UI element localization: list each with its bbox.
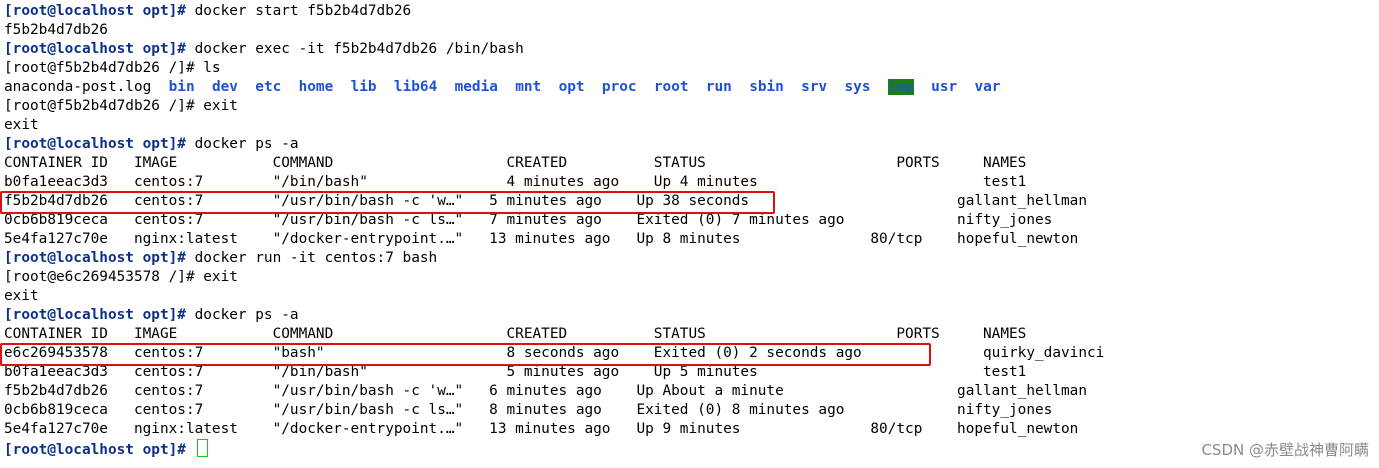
watermark: CSDN @赤壁战神曹阿瞒 <box>1201 441 1369 459</box>
ls-directory: lib <box>350 79 377 95</box>
terminal-line: CONTAINER ID IMAGE COMMAND CREATED STATU… <box>4 154 1104 173</box>
terminal-line: exit <box>4 287 1104 306</box>
shell-prompt: [root@localhost opt]# <box>4 307 186 323</box>
output-text: 5e4fa127c70e nginx:latest "/docker-entry… <box>4 421 1079 437</box>
command-text: docker exec -it f5b2b4d7db26 /bin/bash <box>185 41 524 57</box>
terminal-line: [root@localhost opt]# docker start f5b2b… <box>4 2 1104 21</box>
command-text: docker run -it centos:7 bash <box>185 250 438 266</box>
command-text: docker ps -a <box>185 136 299 152</box>
output-text: b0fa1eeac3d3 centos:7 "/bin/bash" 5 minu… <box>4 364 1027 380</box>
output-text: [root@f5b2b4d7db26 /]# ls <box>4 60 221 76</box>
ls-directory: home <box>298 79 334 95</box>
command-text: docker ps -a <box>185 307 299 323</box>
ls-directory: srv <box>801 79 828 95</box>
terminal-output[interactable]: [root@localhost opt]# docker start f5b2b… <box>4 2 1104 458</box>
shell-prompt: [root@localhost opt]# <box>4 250 186 266</box>
terminal-line: [root@e6c269453578 /]# exit <box>4 268 1104 287</box>
ls-directory: dev <box>211 79 238 95</box>
terminal-line: [root@f5b2b4d7db26 /]# ls <box>4 59 1104 78</box>
output-text: 0cb6b819ceca centos:7 "/usr/bin/bash -c … <box>4 402 1053 418</box>
terminal-line: CONTAINER ID IMAGE COMMAND CREATED STATU… <box>4 325 1104 344</box>
output-text: [root@f5b2b4d7db26 /]# exit <box>4 98 238 114</box>
ls-directory: media <box>454 79 498 95</box>
terminal-line: [root@localhost opt]# docker ps -a <box>4 306 1104 325</box>
ls-directory: sys <box>844 79 871 95</box>
shell-prompt: [root@localhost opt]# <box>4 442 186 458</box>
ls-directory: mnt <box>515 79 542 95</box>
ls-directory: usr <box>931 79 958 95</box>
terminal-line: [root@localhost opt]# docker run -it cen… <box>4 249 1104 268</box>
ls-directory: bin <box>168 79 195 95</box>
output-text: 0cb6b819ceca centos:7 "/usr/bin/bash -c … <box>4 212 1053 228</box>
ls-directory: proc <box>601 79 637 95</box>
ls-directory: lib64 <box>393 79 438 95</box>
ls-directory: run <box>705 79 732 95</box>
terminal-line: [root@localhost opt]# docker ps -a <box>4 135 1104 154</box>
output-text: [root@e6c269453578 /]# exit <box>4 269 238 285</box>
terminal-line: [root@localhost opt]# <box>4 439 1104 458</box>
terminal-line: exit <box>4 116 1104 135</box>
output-text: exit <box>4 117 39 133</box>
terminal-line: 0cb6b819ceca centos:7 "/usr/bin/bash -c … <box>4 401 1104 420</box>
terminal-line: [root@f5b2b4d7db26 /]# exit <box>4 97 1104 116</box>
ls-directory: tmp <box>887 79 914 95</box>
terminal-line: 5e4fa127c70e nginx:latest "/docker-entry… <box>4 230 1104 249</box>
ls-directory: var <box>974 79 1001 95</box>
ls-directory: opt <box>558 79 585 95</box>
output-text: f5b2b4d7db26 centos:7 "/usr/bin/bash -c … <box>4 383 1087 399</box>
terminal-cursor <box>196 439 208 457</box>
terminal-line: b0fa1eeac3d3 centos:7 "/bin/bash" 4 minu… <box>4 173 1104 192</box>
highlight-box-restarted-container <box>0 191 775 214</box>
shell-prompt: [root@localhost opt]# <box>4 136 186 152</box>
ls-file: anaconda-post.log <box>4 79 152 95</box>
output-text: CONTAINER ID IMAGE COMMAND CREATED STATU… <box>4 155 1027 171</box>
terminal-line: [root@localhost opt]# docker exec -it f5… <box>4 40 1104 59</box>
terminal-line: f5b2b4d7db26 centos:7 "/usr/bin/bash -c … <box>4 382 1104 401</box>
terminal-line: anaconda-post.log bin dev etc home lib l… <box>4 78 1104 97</box>
output-text: exit <box>4 288 39 304</box>
ls-directory: sbin <box>749 79 784 95</box>
output-text: f5b2b4d7db26 <box>4 22 108 38</box>
ls-directory: etc <box>255 79 282 95</box>
output-text: b0fa1eeac3d3 centos:7 "/bin/bash" 4 minu… <box>4 174 1027 190</box>
command-text: docker start f5b2b4d7db26 <box>185 3 412 19</box>
terminal-line: f5b2b4d7db26 <box>4 21 1104 40</box>
output-text: 5e4fa127c70e nginx:latest "/docker-entry… <box>4 231 1079 247</box>
highlight-box-new-container <box>0 343 931 366</box>
command-text <box>186 442 195 458</box>
shell-prompt: [root@localhost opt]# <box>4 41 186 57</box>
terminal-line: 5e4fa127c70e nginx:latest "/docker-entry… <box>4 420 1104 439</box>
ls-directory: root <box>653 79 689 95</box>
output-text: CONTAINER ID IMAGE COMMAND CREATED STATU… <box>4 326 1027 342</box>
shell-prompt: [root@localhost opt]# <box>4 3 186 19</box>
